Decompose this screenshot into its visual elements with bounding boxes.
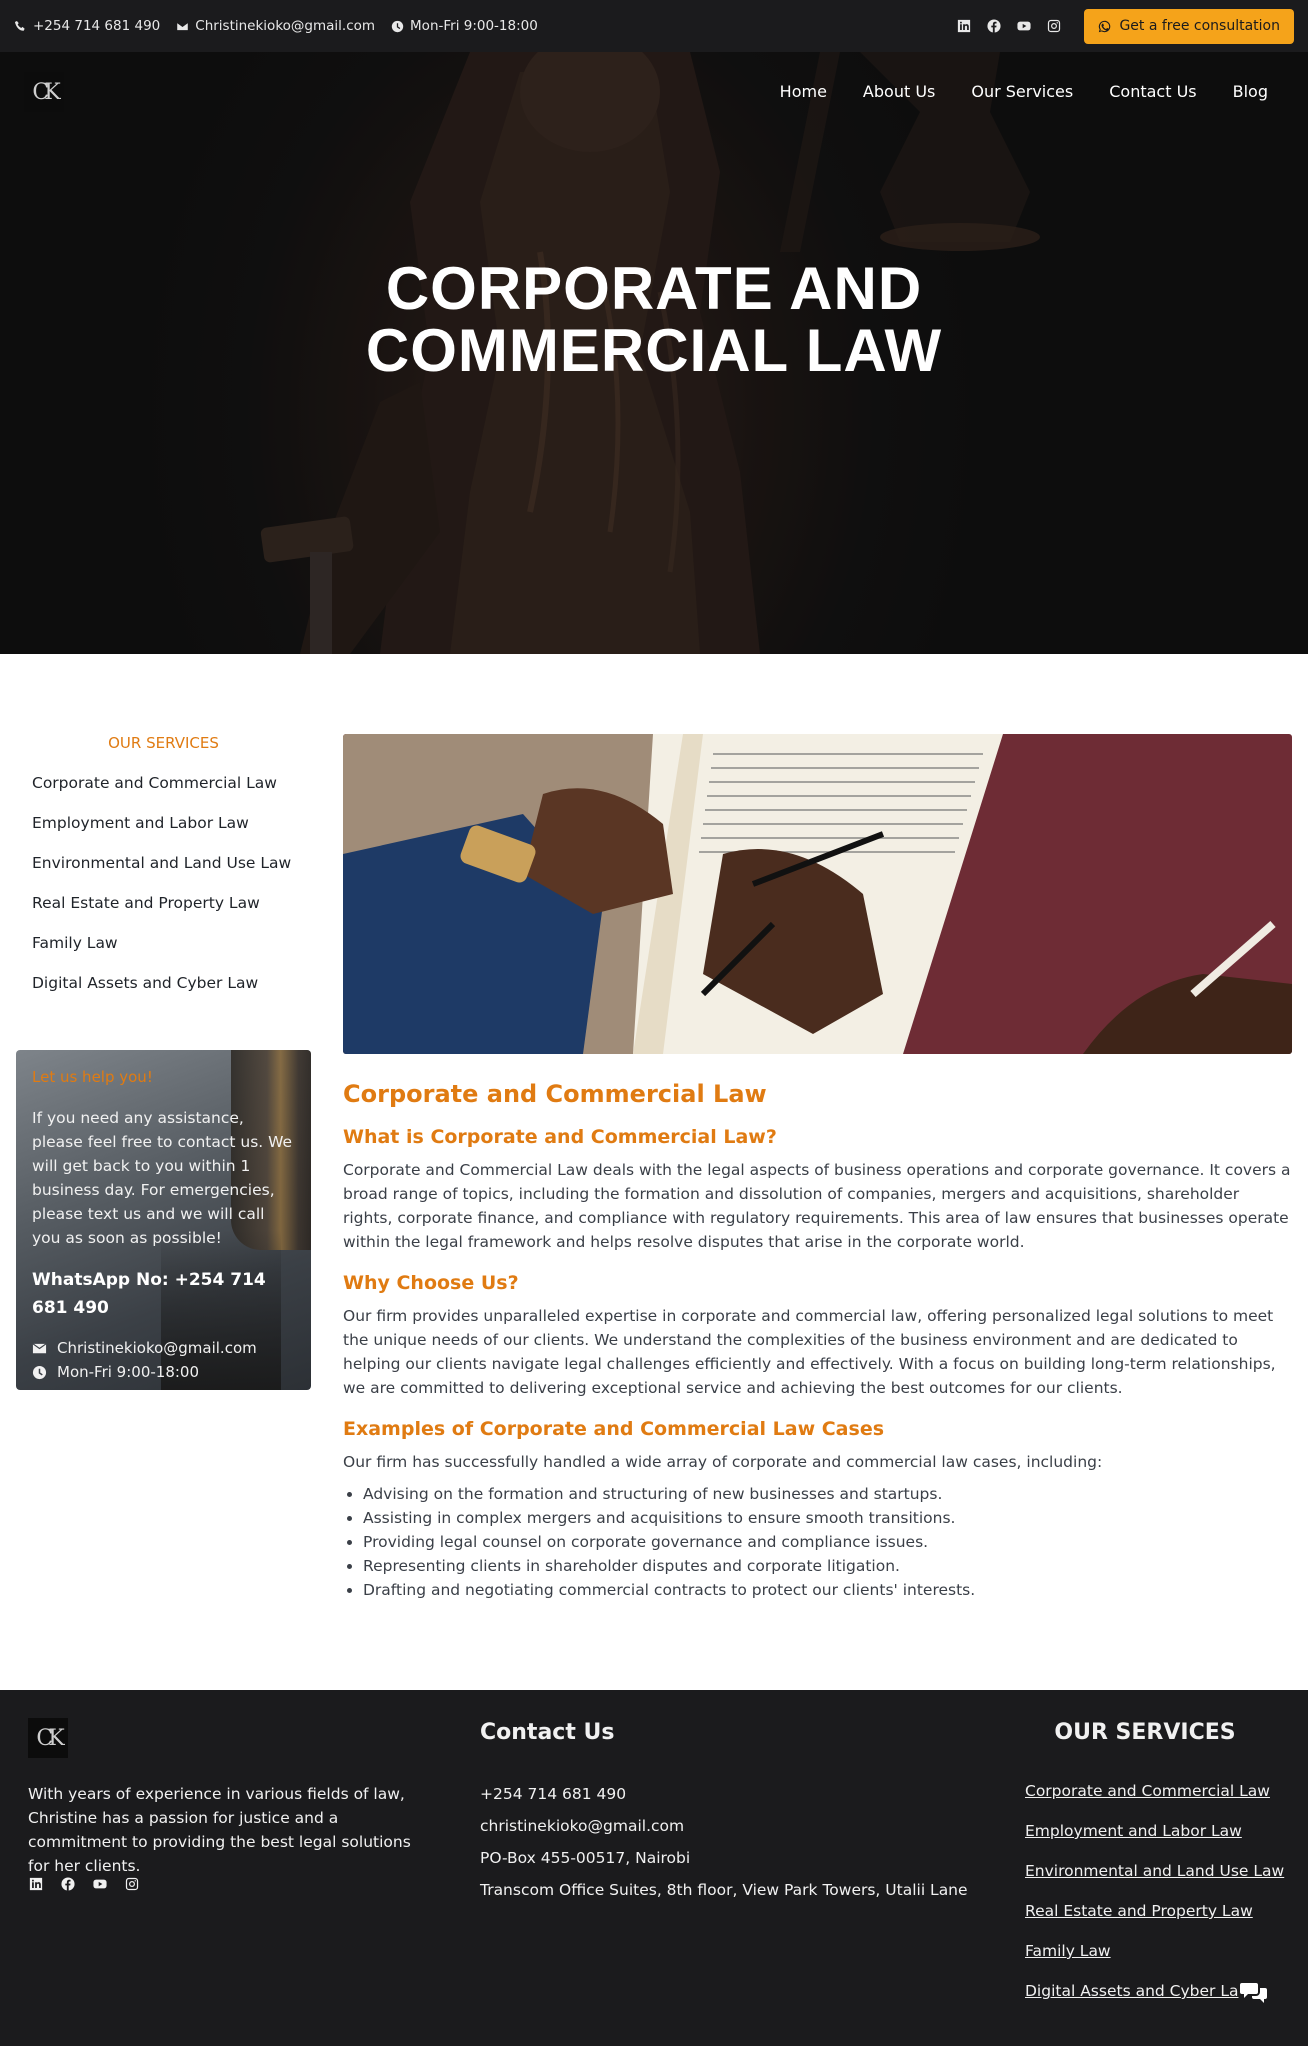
sidebar-item-family-law[interactable]: Family Law <box>16 934 311 974</box>
envelope-icon <box>32 1342 47 1353</box>
free-consultation-label: Get a free consultation <box>1119 18 1280 34</box>
help-card: Let us help you! If you need any assista… <box>16 1050 311 1390</box>
help-hours: Mon-Fri 9:00-18:00 <box>32 1360 295 1384</box>
footer-logo[interactable]: CK <box>28 1718 68 1758</box>
footer-service-family-law[interactable]: Family Law <box>1025 1942 1285 1982</box>
footer-service-real-estate-law[interactable]: Real Estate and Property Law <box>1025 1902 1285 1942</box>
page-title-line1: CORPORATE AND <box>385 255 923 322</box>
page-title-line2: COMMERCIAL LAW <box>365 317 943 384</box>
sidebar-item-cyber-law[interactable]: Digital Assets and Cyber Law <box>16 974 311 1014</box>
sidebar-item-employment-law[interactable]: Employment and Labor Law <box>16 814 311 854</box>
envelope-icon <box>176 21 189 31</box>
facebook-icon[interactable] <box>60 1876 76 1892</box>
clock-icon <box>391 20 404 32</box>
nav-our-services[interactable]: Our Services <box>971 82 1073 101</box>
hero-banner: CK Home About Us Our Services Contact Us… <box>0 52 1308 654</box>
sidebar-heading: OUR SERVICES <box>108 734 219 752</box>
whatsapp-icon <box>1099 20 1111 32</box>
nav-home[interactable]: Home <box>780 82 827 101</box>
topbar-phone-text: +254 714 681 490 <box>33 18 161 34</box>
footer-contact-title: Contact Us <box>480 1720 615 1745</box>
topbar-phone[interactable]: +254 714 681 490 <box>14 18 160 34</box>
sidebar-service-list: Corporate and Commercial Law Employment … <box>16 774 311 1014</box>
sidebar-item-real-estate-law[interactable]: Real Estate and Property Law <box>16 894 311 934</box>
linkedin-icon[interactable] <box>956 18 972 34</box>
footer-services-title: OUR SERVICES <box>1054 1720 1236 1745</box>
document-signing-image <box>343 734 1292 1054</box>
footer-address: Transcom Office Suites, 8th floor, View … <box>480 1881 968 1899</box>
whatsapp-number[interactable]: WhatsApp No: +254 714 681 490 <box>32 1266 295 1322</box>
footer-service-environmental-law[interactable]: Environmental and Land Use Law <box>1025 1862 1285 1902</box>
linkedin-icon[interactable] <box>28 1876 44 1892</box>
article-title: Corporate and Commercial Law <box>343 1080 767 1108</box>
top-bar: +254 714 681 490 Christinekioko@gmail.co… <box>0 0 1308 52</box>
section-text-examples-intro: Our firm has successfully handled a wide… <box>343 1453 1103 1471</box>
list-item: Advising on the formation and structurin… <box>363 1482 1292 1506</box>
section-text-what-is: Corporate and Commercial Law deals with … <box>343 1161 1291 1251</box>
help-email-text: Christinekioko@gmail.com <box>57 1339 257 1357</box>
topbar-hours: Mon-Fri 9:00-18:00 <box>391 18 538 34</box>
footer-po-box: PO-Box 455-00517, Nairobi <box>480 1849 691 1867</box>
clock-icon <box>32 1365 47 1379</box>
topbar-email[interactable]: Christinekioko@gmail.com <box>176 18 375 34</box>
footer-service-corporate-law[interactable]: Corporate and Commercial Law <box>1025 1782 1285 1822</box>
help-email[interactable]: Christinekioko@gmail.com <box>32 1336 295 1360</box>
facebook-icon[interactable] <box>986 18 1002 34</box>
list-item: Representing clients in shareholder disp… <box>363 1554 1292 1578</box>
youtube-icon[interactable] <box>1016 18 1032 34</box>
help-card-text: If you need any assistance, please feel … <box>32 1109 293 1247</box>
logo-text: CK <box>32 79 60 105</box>
list-item: Providing legal counsel on corporate gov… <box>363 1530 1292 1554</box>
instagram-icon[interactable] <box>124 1876 140 1892</box>
help-card-title: Let us help you! <box>32 1068 153 1086</box>
footer-email[interactable]: christinekioko@gmail.com <box>480 1810 968 1842</box>
list-item: Assisting in complex mergers and acquisi… <box>363 1506 1292 1530</box>
section-heading-what-is: What is Corporate and Commercial Law? <box>343 1126 777 1148</box>
footer-service-employment-law[interactable]: Employment and Labor Law <box>1025 1822 1285 1862</box>
nav-about-us[interactable]: About Us <box>863 82 935 101</box>
examples-list: Advising on the formation and structurin… <box>343 1482 1292 1602</box>
sidebar-item-environmental-law[interactable]: Environmental and Land Use Law <box>16 854 311 894</box>
article-content: Corporate and Commercial Law What is Cor… <box>343 734 1292 1602</box>
instagram-icon[interactable] <box>1046 18 1062 34</box>
page-title: CORPORATE AND COMMERCIAL LAW <box>0 258 1308 382</box>
nav-contact-us[interactable]: Contact Us <box>1109 82 1196 101</box>
main-nav: Home About Us Our Services Contact Us Bl… <box>780 82 1268 101</box>
youtube-icon[interactable] <box>92 1876 108 1892</box>
footer-logo-text: CK <box>36 1725 64 1751</box>
section-heading-why-choose: Why Choose Us? <box>343 1272 519 1294</box>
section-heading-examples: Examples of Corporate and Commercial Law… <box>343 1418 885 1440</box>
topbar-hours-text: Mon-Fri 9:00-18:00 <box>410 18 538 34</box>
free-consultation-button[interactable]: Get a free consultation <box>1084 8 1294 44</box>
site-footer: CK With years of experience in various f… <box>0 1690 1308 2046</box>
sidebar-item-corporate-law[interactable]: Corporate and Commercial Law <box>16 774 311 814</box>
topbar-email-text: Christinekioko@gmail.com <box>195 18 376 34</box>
list-item: Drafting and negotiating commercial cont… <box>363 1578 1292 1602</box>
nav-blog[interactable]: Blog <box>1233 82 1268 101</box>
footer-social-links <box>28 1876 140 1892</box>
site-logo[interactable]: CK <box>24 72 64 112</box>
footer-contact-info: +254 714 681 490 christinekioko@gmail.co… <box>480 1778 968 1906</box>
services-sidebar: OUR SERVICES Corporate and Commercial La… <box>16 734 311 1014</box>
section-text-why-choose: Our firm provides unparalleled expertise… <box>343 1307 1276 1397</box>
phone-icon <box>14 20 25 31</box>
footer-about-text: With years of experience in various fiel… <box>28 1785 411 1875</box>
chat-icon[interactable] <box>1240 1980 1268 2004</box>
footer-phone[interactable]: +254 714 681 490 <box>480 1778 968 1810</box>
help-hours-text: Mon-Fri 9:00-18:00 <box>57 1363 200 1381</box>
